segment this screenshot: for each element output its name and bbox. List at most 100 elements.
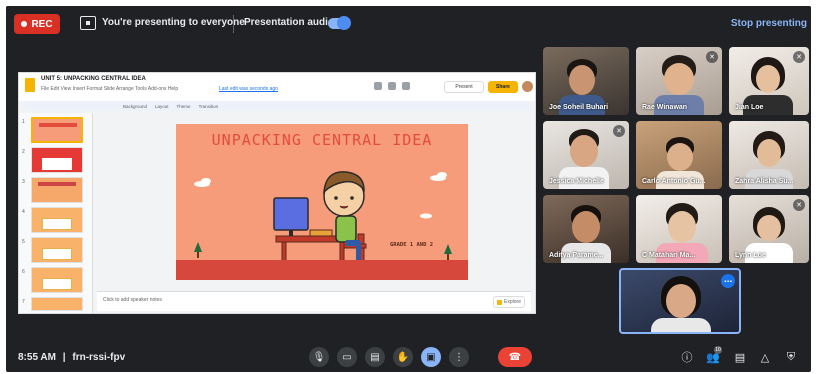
slide-ground — [176, 260, 468, 280]
participant-name: Aditya Parame... — [549, 252, 604, 259]
mic-off-icon: ✕ — [706, 51, 718, 63]
thumb-number: 4 — [22, 209, 25, 215]
mic-off-icon: ✕ — [793, 51, 805, 63]
leave-call-button[interactable]: ☎ — [498, 347, 532, 367]
slide-thumb-4[interactable] — [31, 207, 83, 233]
participant-name: Carlo Antonio Gu... — [642, 178, 706, 185]
slides-header: UNIT 5: UNPACKING CENTRAL IDEA File Edit… — [19, 73, 535, 101]
top-bar: REC You're presenting to everyone Presen… — [6, 6, 811, 42]
info-icon[interactable]: ⓘ — [680, 350, 694, 364]
slides-logo-icon — [25, 78, 35, 92]
present-screen-icon — [80, 16, 96, 30]
participant-name: Joe Soheil Buhari — [549, 104, 609, 111]
stop-presenting-button[interactable]: Stop presenting — [731, 18, 807, 29]
slide-thumb-2[interactable] — [31, 147, 83, 173]
participant-name: Lynn Loe — [735, 252, 766, 259]
speaker-notes[interactable]: Click to add speaker notes Explore — [97, 291, 531, 311]
bottom-bar: 8:55 AM | frn-rssi-fpv 🎙 ▭ ▤ ✋ ▣ ⋮ ☎ ⓘ 👥… — [6, 342, 811, 372]
participant-tile[interactable]: Carlo Antonio Gu... — [636, 121, 722, 189]
slides-toolbar: Background Layout Theme Transition — [23, 101, 531, 111]
slide-thumb-3[interactable] — [31, 177, 83, 203]
share-button[interactable]: Share — [488, 81, 518, 93]
present-icon: ▣ — [426, 351, 436, 363]
explore-button[interactable]: Explore — [493, 296, 525, 308]
thumb-number: 7 — [22, 299, 25, 305]
record-dot-icon — [21, 21, 28, 27]
slides-menu-bar[interactable]: File Edit View Insert Format Slide Arran… — [41, 86, 178, 92]
avatar[interactable] — [522, 81, 533, 92]
phone-hangup-icon: ☎ — [508, 351, 522, 363]
shared-screen: UNIT 5: UNPACKING CENTRAL IDEA File Edit… — [18, 72, 536, 314]
thumb-number: 1 — [22, 119, 25, 125]
presentation-audio-toggle[interactable] — [328, 16, 351, 30]
thumb-number: 3 — [22, 179, 25, 185]
clock-time: 8:55 AM — [18, 352, 56, 363]
toolbar-background[interactable]: Background — [123, 104, 147, 109]
mic-off-icon: ✕ — [793, 199, 805, 211]
comment-icon[interactable] — [388, 82, 396, 90]
raise-hand-button[interactable]: ✋ — [393, 347, 413, 367]
toolbar-theme[interactable]: Theme — [177, 104, 191, 109]
activities-icon[interactable]: △ — [758, 350, 772, 364]
self-view-tile[interactable]: ⋯ — [619, 268, 741, 334]
meeting-code: frn-rssi-fpv — [72, 352, 126, 363]
more-options-icon[interactable]: ⋯ — [721, 274, 735, 288]
camera-icon: ▭ — [342, 351, 352, 363]
meet-window: REC You're presenting to everyone Presen… — [6, 6, 811, 372]
toolbar-transition[interactable]: Transition — [199, 104, 219, 109]
meet-icon[interactable] — [402, 82, 410, 90]
recording-badge[interactable]: REC — [14, 14, 60, 34]
slide-grade: GRADE 1 AND 2 — [390, 242, 434, 248]
document-title[interactable]: UNIT 5: UNPACKING CENTRAL IDEA — [41, 76, 146, 82]
separator: | — [62, 352, 66, 363]
participant-tile[interactable]: Joe Soheil Buhari — [543, 47, 629, 115]
participant-tile[interactable]: Zahra Alisha Su... — [729, 121, 809, 189]
participant-name: Jian Loe — [735, 104, 764, 111]
thumb-number: 6 — [22, 269, 25, 275]
present-now-button[interactable]: ▣ — [421, 347, 441, 367]
participant-name: C Matahari Ma... — [642, 252, 696, 259]
thumb-number: 5 — [22, 239, 25, 245]
speaker-notes-placeholder: Click to add speaker notes — [103, 297, 162, 303]
hand-icon: ✋ — [396, 351, 410, 363]
meeting-time: 8:55 AM | frn-rssi-fpv — [18, 352, 125, 363]
present-button[interactable]: Present — [444, 81, 484, 93]
participant-name: Jessica Michelle — [549, 178, 604, 185]
slide-thumb-5[interactable] — [31, 237, 83, 263]
thumb-number: 2 — [22, 149, 25, 155]
more-options-button[interactable]: ⋮ — [449, 347, 469, 367]
participant-tile[interactable]: ✕ Rae Winawan — [636, 47, 722, 115]
participant-tile[interactable]: C Matahari Ma... — [636, 195, 722, 263]
microphone-button[interactable]: 🎙 — [309, 347, 329, 367]
rec-label: REC — [31, 18, 53, 30]
current-slide[interactable]: UNPACKING CENTRAL IDEA GRADE 1 AND 2 — [176, 124, 468, 280]
participant-tile[interactable]: ✕ Jian Loe — [729, 47, 809, 115]
slide-filmstrip: 1 2 3 4 5 6 7 — [19, 113, 93, 313]
camera-button[interactable]: ▭ — [337, 347, 357, 367]
slide-thumb-7[interactable] — [31, 297, 83, 311]
slide-thumb-6[interactable] — [31, 267, 83, 293]
divider — [233, 15, 234, 33]
mic-icon: 🎙 — [312, 351, 326, 363]
captions-icon: ▤ — [370, 351, 380, 363]
host-controls-icon[interactable]: ⛨ — [784, 350, 798, 364]
captions-button[interactable]: ▤ — [365, 347, 385, 367]
participant-name: Zahra Alisha Su... — [735, 178, 794, 185]
last-edit-link[interactable]: Last edit was seconds ago — [219, 86, 278, 92]
participant-tile[interactable]: ✕ Lynn Loe — [729, 195, 809, 263]
slide-illustration — [194, 171, 452, 263]
toggle-knob — [337, 16, 351, 30]
participant-tile[interactable]: ✕ Jessica Michelle — [543, 121, 629, 189]
chat-icon[interactable]: ▤ — [733, 350, 747, 364]
more-vert-icon: ⋮ — [454, 351, 464, 363]
trend-icon[interactable] — [374, 82, 382, 90]
participant-name: Rae Winawan — [642, 104, 688, 111]
slide-thumb-1[interactable] — [31, 117, 83, 143]
people-count-badge: 10 — [714, 346, 722, 354]
slide-canvas: UNPACKING CENTRAL IDEA GRADE 1 AND 2 Cli… — [95, 113, 535, 313]
toolbar-layout[interactable]: Layout — [155, 104, 169, 109]
participant-tile[interactable]: Aditya Parame... — [543, 195, 629, 263]
cloud-icon — [194, 172, 447, 219]
people-icon[interactable]: 👥 10 — [706, 346, 722, 364]
mic-off-icon: ✕ — [613, 125, 625, 137]
